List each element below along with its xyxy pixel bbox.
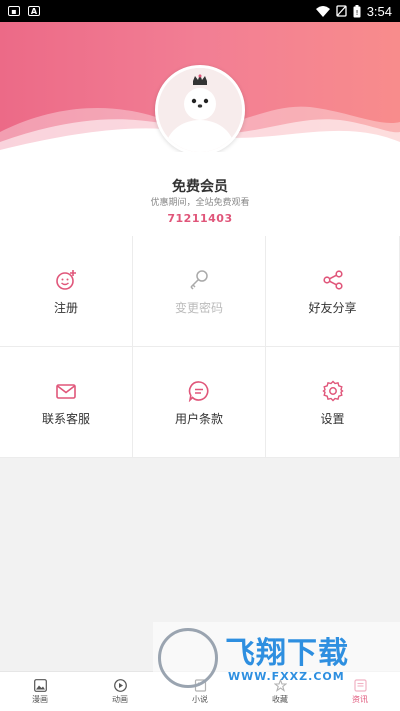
member-id: 71211403 xyxy=(167,212,233,225)
tab-news-label: 资讯 xyxy=(352,695,368,704)
smile-plus-icon xyxy=(53,267,79,293)
menu-register-label: 注册 xyxy=(53,300,78,315)
avatar[interactable] xyxy=(155,65,245,155)
menu-contact-service[interactable]: 联系客服 xyxy=(0,347,133,458)
play-circle-icon xyxy=(113,678,127,692)
svg-text:!: ! xyxy=(355,9,358,17)
mail-icon xyxy=(53,378,79,404)
message-bubble-icon xyxy=(186,378,212,404)
a-notification-icon: A xyxy=(28,6,40,16)
menu-user-terms-label: 用户条款 xyxy=(174,411,223,426)
menu-change-password-label: 变更密码 xyxy=(174,300,223,315)
menu-user-terms[interactable]: 用户条款 xyxy=(133,347,266,458)
battery-icon: ! xyxy=(353,4,361,17)
image-notification-icon: ▪ xyxy=(8,6,20,16)
watermark-logo-icon xyxy=(158,628,218,688)
tab-comics-label: 漫画 xyxy=(32,695,48,704)
key-icon xyxy=(186,267,212,293)
tab-comics[interactable]: 漫画 xyxy=(0,672,80,711)
clock: 3:54 xyxy=(366,3,392,19)
watermark-url: WWW.FXXZ.COM xyxy=(228,670,345,683)
gear-icon xyxy=(320,378,346,404)
menu-register[interactable]: 注册 xyxy=(0,236,133,347)
status-bar: ▪ A ! 3:54 xyxy=(0,0,400,22)
wifi-icon xyxy=(315,5,330,17)
member-subtitle: 优惠期间，全站免费观看 xyxy=(150,198,250,208)
menu-settings-label: 设置 xyxy=(320,411,345,426)
tab-favorites-label: 收藏 xyxy=(272,695,288,704)
menu-settings[interactable]: 设置 xyxy=(266,347,400,458)
watermark-text: 飞翔下载 xyxy=(225,636,349,671)
picture-icon xyxy=(33,678,47,692)
menu-contact-service-label: 联系客服 xyxy=(41,411,90,426)
menu-change-password[interactable]: 变更密码 xyxy=(133,236,266,347)
no-sim-icon xyxy=(336,5,347,17)
tab-animation[interactable]: 动画 xyxy=(80,672,160,711)
menu-share-friends[interactable]: 好友分享 xyxy=(266,236,400,347)
snowman-avatar-icon xyxy=(158,68,242,152)
tab-animation-label: 动画 xyxy=(112,695,128,704)
member-title: 免费会员 xyxy=(172,179,228,195)
share-icon xyxy=(320,267,346,293)
menu-share-friends-label: 好友分享 xyxy=(308,300,357,315)
tab-novel-label: 小说 xyxy=(192,695,208,704)
menu-grid: 注册 变更密码 好友分享 联系客服 用户条款 设置 xyxy=(0,236,400,458)
profile-info: 免费会员 优惠期间，全站免费观看 71211403 xyxy=(0,152,400,236)
